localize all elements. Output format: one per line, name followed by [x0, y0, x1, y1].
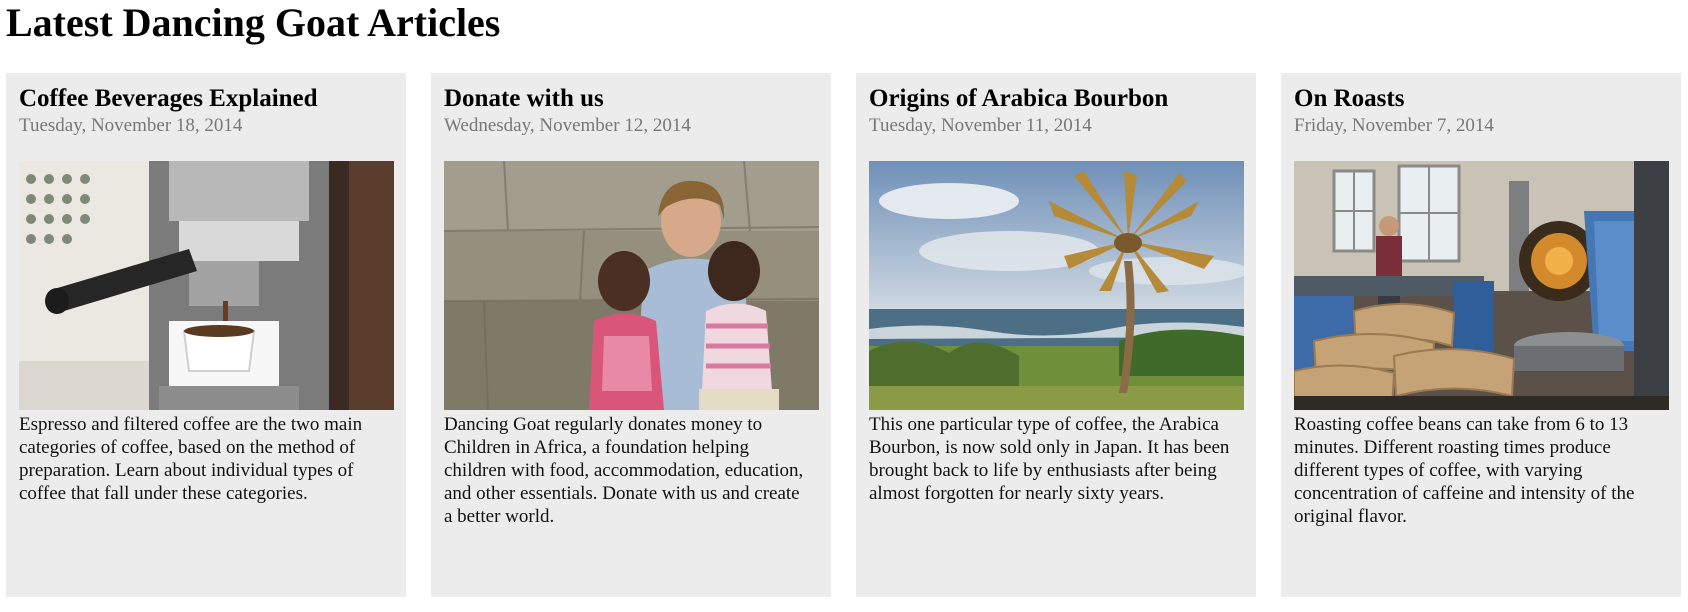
article-date: Wednesday, November 12, 2014 [444, 115, 691, 136]
article-date: Tuesday, November 18, 2014 [19, 115, 243, 136]
woman-and-children-photo [444, 161, 819, 410]
article-image-palm[interactable] [869, 161, 1244, 410]
page-title: Latest Dancing Goat Articles [6, 0, 501, 45]
article-image-roaster[interactable] [1294, 161, 1669, 410]
article-card-on-roasts[interactable]: On Roasts Friday, November 7, 2014 Roast… [1281, 73, 1681, 597]
article-summary: Dancing Goat regularly donates money to … [444, 414, 804, 527]
article-summary: Roasting coffee beans can take from 6 to… [1294, 414, 1635, 527]
article-title[interactable]: On Roasts [1294, 83, 1404, 115]
article-summary: This one particular type of coffee, the … [869, 414, 1230, 504]
article-card-coffee-beverages[interactable]: Coffee Beverages Explained Tuesday, Nove… [6, 73, 406, 597]
article-summary: Espresso and filtered coffee are the two… [19, 414, 363, 504]
article-title[interactable]: Origins of Arabica Bourbon [869, 83, 1168, 115]
article-card-donate[interactable]: Donate with us Wednesday, November 12, 2… [431, 73, 831, 597]
espresso-machine-photo [19, 161, 394, 410]
article-title[interactable]: Donate with us [444, 83, 604, 115]
coffee-roaster-photo [1294, 161, 1669, 410]
article-card-arabica-bourbon[interactable]: Origins of Arabica Bourbon Tuesday, Nove… [856, 73, 1256, 597]
article-image-donate[interactable] [444, 161, 819, 410]
article-title[interactable]: Coffee Beverages Explained [19, 83, 318, 115]
palm-tree-coast-photo [869, 161, 1244, 410]
article-list: Coffee Beverages Explained Tuesday, Nove… [6, 73, 1682, 597]
article-date: Tuesday, November 11, 2014 [869, 115, 1092, 136]
article-image-espresso[interactable] [19, 161, 394, 410]
article-date: Friday, November 7, 2014 [1294, 115, 1494, 136]
